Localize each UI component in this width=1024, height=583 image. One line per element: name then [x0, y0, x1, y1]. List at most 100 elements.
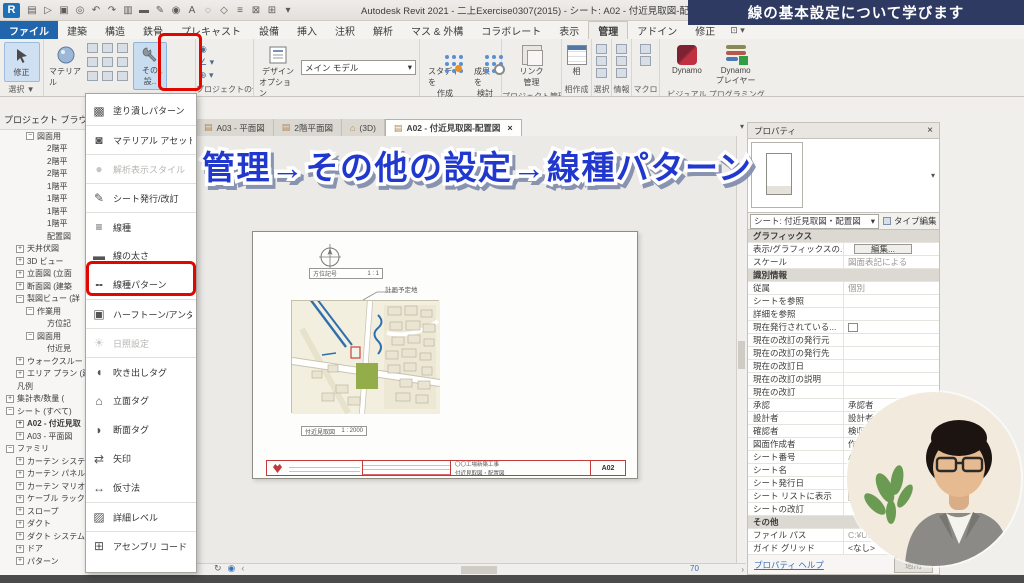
settings-icon[interactable] — [117, 43, 128, 53]
ribbon-tab[interactable]: 解析 — [364, 21, 402, 39]
title-block[interactable]: 〇〇工場新築工事 付近見取図・配置図 A02 — [266, 460, 626, 476]
inquiry-icon[interactable] — [616, 44, 627, 54]
qat-icon[interactable]: ◉ — [169, 3, 183, 17]
tree-expander-icon[interactable]: + — [16, 520, 24, 528]
tree-expander-icon[interactable]: + — [16, 420, 24, 428]
property-value[interactable]: 個別 — [844, 282, 939, 294]
inquiry-icon[interactable] — [616, 56, 627, 66]
vicinity-map[interactable] — [291, 300, 439, 413]
tree-expander-icon[interactable]: − — [16, 295, 24, 303]
ribbon-tab[interactable]: 挿入 — [288, 21, 326, 39]
location-tool-icon[interactable]: ⊕ ▾ — [199, 70, 214, 81]
property-value[interactable]: 図面表記による — [844, 256, 939, 268]
tree-expander-icon[interactable]: + — [16, 495, 24, 503]
ribbon-tab[interactable]: アドイン — [628, 21, 686, 39]
tree-expander-icon[interactable]: + — [16, 532, 24, 540]
panel-label-select[interactable]: 選択 ▼ — [0, 83, 43, 96]
tree-expander-icon[interactable]: + — [16, 270, 24, 278]
scroll-right-icon[interactable]: › — [741, 565, 744, 574]
modify-button[interactable]: 修正 — [4, 42, 40, 82]
view-tab-list-icon[interactable]: ▾ — [740, 122, 744, 131]
view-tab[interactable]: ▤ A03 - 平面図 — [196, 119, 274, 136]
ribbon-tab[interactable]: 建築 — [58, 21, 96, 39]
menu-item[interactable]: ☀ 日照設定 — [86, 328, 196, 357]
horizontal-scrollbar-thumb[interactable] — [461, 566, 497, 574]
ribbon-tab[interactable]: コラボレート — [472, 21, 550, 39]
dynamo-button[interactable]: Dynamo — [670, 42, 704, 77]
menu-item[interactable]: ↔ 仮寸法 — [86, 473, 196, 502]
menu-item[interactable]: ◖ 吹き出しタグ — [86, 357, 196, 386]
view-tab[interactable]: ▤ 2階平面図 — [274, 119, 342, 136]
property-row[interactable]: 現在の改訂の発行先 — [748, 347, 939, 360]
settings-icon[interactable] — [117, 71, 128, 81]
panel-label-project-location[interactable]: プロジェクトの位置 — [196, 83, 253, 96]
menu-item[interactable]: ⊞ アセンブリ コード — [86, 531, 196, 560]
tree-expander-icon[interactable]: − — [26, 332, 34, 340]
ribbon-tab[interactable]: ファイル — [0, 21, 58, 39]
menu-item[interactable]: ◗ 断面タグ — [86, 415, 196, 444]
tree-expander-icon[interactable]: + — [16, 557, 24, 565]
property-row[interactable]: 従属 個別 — [748, 282, 939, 295]
tree-expander-icon[interactable]: + — [16, 257, 24, 265]
settings-icon[interactable] — [87, 71, 98, 81]
inquiry-icon[interactable] — [616, 68, 627, 78]
settings-icon[interactable] — [102, 71, 113, 81]
horizontal-scrollbar[interactable]: ↻ ◉ ‹ › — [196, 563, 746, 575]
view-tab[interactable]: ▤ A02 - 付近見取図-配置図 × — [385, 119, 522, 136]
macro-manager-icon[interactable] — [640, 44, 651, 54]
qat-icon[interactable]: ✎ — [153, 3, 167, 17]
menu-item[interactable]: ≡ 線種 — [86, 212, 196, 241]
properties-help-link[interactable]: プロパティ ヘルプ — [754, 559, 824, 571]
qat-icon[interactable]: ⊠ — [249, 3, 263, 17]
design-options-button[interactable]: デザイン オプション — [257, 42, 299, 101]
ribbon-tab[interactable]: 管理 — [588, 21, 628, 39]
settings-icon[interactable] — [87, 43, 98, 53]
menu-item[interactable]: ◙ マテリアル アセット — [86, 125, 196, 154]
qat-icon[interactable]: ⊞ — [265, 3, 279, 17]
map-view-title[interactable]: 付近見取図 1 : 2000 — [301, 426, 367, 436]
sheet-a02[interactable]: 方位記号 1 : 1 計画予定地 — [252, 231, 638, 479]
menu-item[interactable]: ⌂ 立面タグ — [86, 386, 196, 415]
qat-icon[interactable]: ▾ — [281, 3, 295, 17]
materials-button[interactable]: マテリアル — [47, 42, 85, 90]
chevron-down-icon[interactable]: ▾ — [931, 171, 935, 180]
location-tool-icon[interactable]: ∠ ▾ — [199, 57, 214, 68]
property-row[interactable]: シートを参照 — [748, 295, 939, 308]
tree-expander-icon[interactable]: + — [16, 545, 24, 553]
vertical-scrollbar[interactable] — [736, 136, 746, 563]
refresh-icon[interactable]: ↻ — [214, 563, 222, 574]
tree-expander-icon[interactable]: + — [16, 370, 24, 378]
explore-outcomes-button[interactable]: 成果を 検討 — [472, 42, 498, 101]
qat-icon[interactable]: A — [185, 3, 199, 17]
tree-expander-icon[interactable]: + — [16, 457, 24, 465]
type-selector[interactable]: ▾ — [748, 139, 939, 213]
create-study-button[interactable]: スタディを 作成 — [426, 42, 464, 101]
qat-icon[interactable]: ◌ — [201, 3, 215, 17]
qat-icon[interactable]: ▥ — [121, 3, 135, 17]
qat-icon[interactable]: ↶ — [89, 3, 103, 17]
menu-item[interactable]: ╍ 線種パターン — [86, 270, 196, 299]
settings-icon[interactable] — [102, 43, 113, 53]
menu-item[interactable]: ▨ 詳細レベル — [86, 502, 196, 531]
selection-icon[interactable] — [596, 68, 607, 78]
dynamo-player-button[interactable]: Dynamo プレイヤー — [714, 42, 758, 88]
ribbon-tab[interactable]: マス & 外構 — [402, 21, 472, 39]
tree-expander-icon[interactable]: + — [6, 395, 14, 403]
revit-logo[interactable]: R — [3, 3, 20, 18]
qat-icon[interactable]: ◎ — [73, 3, 87, 17]
scroll-left-icon[interactable]: ‹ — [241, 563, 244, 574]
qat-icon[interactable]: ▬ — [137, 3, 151, 17]
property-value[interactable]: 編集... — [854, 244, 912, 254]
settings-icon[interactable] — [102, 57, 113, 67]
property-row[interactable]: 現在の改訂の説明 — [748, 373, 939, 386]
settings-icon[interactable] — [87, 57, 98, 67]
property-row[interactable]: 詳細を参照 — [748, 308, 939, 321]
tree-expander-icon[interactable]: + — [16, 482, 24, 490]
menu-item[interactable]: ▩ 塗り潰しパターン — [86, 96, 196, 125]
tree-expander-icon[interactable]: − — [6, 445, 14, 453]
tree-expander-icon[interactable]: − — [6, 407, 14, 415]
draw-area[interactable]: 方位記号 1 : 1 計画予定地 — [196, 136, 736, 563]
additional-settings-button[interactable]: その 設.. ✦ — [133, 42, 167, 90]
tree-expander-icon[interactable]: + — [16, 432, 24, 440]
ribbon-tab[interactable]: 鉄骨 — [134, 21, 172, 39]
